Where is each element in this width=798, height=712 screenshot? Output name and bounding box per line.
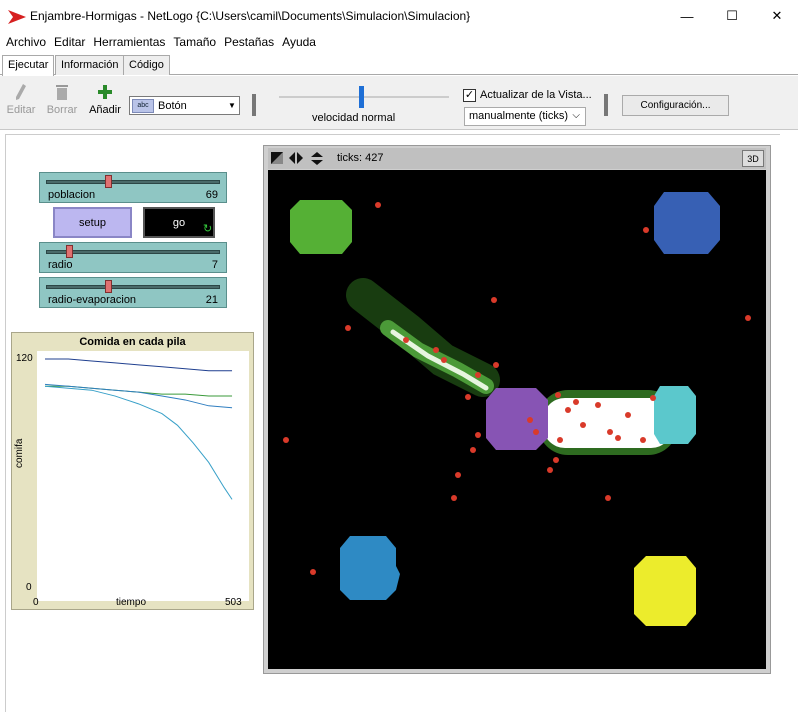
close-button[interactable]: ✕ (754, 0, 798, 32)
slider-label: radio-evaporacion (48, 294, 137, 306)
menu-pestanas[interactable]: Pestañas (224, 35, 274, 49)
x-axis-label: tiempo (116, 597, 147, 608)
delete-button[interactable]: Borrar (45, 80, 79, 116)
window-title: Enjambre-Hormigas - NetLogo {C:\Users\ca… (30, 9, 471, 23)
slider-track (46, 285, 220, 289)
vertical-scrollbar[interactable] (781, 134, 798, 712)
menu-editar[interactable]: Editar (54, 35, 85, 49)
widget-type-value: Botón (158, 99, 187, 112)
tab-informacion[interactable]: Información (55, 55, 125, 75)
food-pile-light-blue (340, 536, 400, 600)
slider-track (46, 180, 220, 184)
plot-widget: Comida en cada pila 120 0 comifa 0 tiemp… (11, 332, 254, 610)
update-view-checkbox[interactable]: ✓ (463, 89, 476, 102)
menu-tamano[interactable]: Tamaño (173, 35, 216, 49)
edit-button[interactable]: Editar (6, 80, 36, 116)
food-pile-cyan (654, 386, 696, 444)
toolbar-divider (604, 94, 608, 116)
ticks-counter: ticks: 427 (337, 152, 384, 164)
food-pile-green (290, 200, 352, 254)
slider-thumb[interactable] (105, 175, 113, 188)
update-mode-value: manualmente (ticks) (469, 110, 569, 122)
edit-label: Editar (6, 104, 36, 116)
widget-type-select[interactable]: abc Botón ▼ (129, 96, 240, 115)
trash-icon (45, 80, 79, 104)
slider-radio[interactable]: radio 7 (39, 242, 227, 273)
slider-value: 69 (205, 189, 218, 201)
menu-bar: Archivo Editar Herramientas Tamaño Pesta… (0, 32, 798, 52)
update-mode-select[interactable]: manualmente (ticks) ⌵ (464, 107, 586, 126)
slider-value: 21 (205, 294, 218, 306)
slider-poblacion[interactable]: poblacion 69 (39, 172, 227, 203)
plot-area (37, 351, 249, 601)
slider-radio-evaporacion[interactable]: radio-evaporacion 21 (39, 277, 227, 308)
menu-ayuda[interactable]: Ayuda (282, 35, 316, 49)
title-bar: Enjambre-Hormigas - NetLogo {C:\Users\ca… (0, 0, 798, 32)
slider-thumb[interactable] (66, 245, 74, 258)
tab-ejecutar[interactable]: Ejecutar (2, 55, 55, 76)
setup-button[interactable]: setup (53, 207, 132, 238)
plot-title: Comida en cada pila (79, 336, 186, 348)
tab-codigo[interactable]: Código (123, 55, 170, 75)
slider-label: radio (48, 259, 73, 271)
chevron-down-icon: ▼ (228, 101, 236, 110)
slider-value: 7 (211, 259, 218, 271)
netlogo-logo-icon (8, 10, 26, 24)
plus-icon (88, 80, 122, 104)
toolbar-divider (252, 94, 256, 116)
slider-thumb[interactable] (105, 280, 113, 293)
slider-label: poblacion (48, 189, 96, 201)
3d-view-button[interactable]: 3D (742, 150, 764, 167)
menu-archivo[interactable]: Archivo (6, 35, 46, 49)
speed-label: velocidad normal (312, 112, 396, 124)
speed-slider-thumb[interactable] (359, 86, 364, 108)
y-axis-label: comifa (14, 438, 25, 468)
tab-bar: Ejecutar Información Código (0, 55, 798, 76)
speed-slider[interactable] (279, 96, 449, 98)
y-max-label: 120 (16, 353, 33, 364)
add-label: Añadir (89, 104, 121, 116)
plot-series-line-3 (44, 385, 233, 500)
minimize-button[interactable]: — (664, 0, 710, 32)
food-pile-yellow (634, 556, 696, 626)
maximize-button[interactable]: ☐ (709, 0, 755, 32)
pencil-icon (6, 80, 36, 104)
view-controls-icon[interactable] (271, 152, 323, 165)
button-widget-icon: abc (132, 98, 154, 113)
y-min-label: 0 (26, 582, 32, 593)
world-canvas (283, 192, 751, 626)
plot-series-line-1 (45, 385, 233, 397)
world-view[interactable] (268, 170, 766, 669)
forever-icon: ↻ (203, 223, 213, 235)
update-view-label: Actualizar de la Vista... (480, 89, 592, 101)
x-min-label: 0 (33, 597, 39, 608)
settings-button[interactable]: Configuración... (622, 95, 729, 116)
chevron-down-icon: ⌵ (572, 110, 580, 121)
delete-label: Borrar (46, 104, 78, 116)
add-button[interactable]: Añadir (88, 80, 122, 116)
x-max-label: 503 (225, 597, 242, 608)
plot-series-line-0 (45, 358, 233, 372)
food-pile-purple (486, 388, 548, 450)
plot-chart (44, 358, 233, 500)
food-pile-blue (654, 192, 720, 254)
menu-herramientas[interactable]: Herramientas (93, 35, 165, 49)
